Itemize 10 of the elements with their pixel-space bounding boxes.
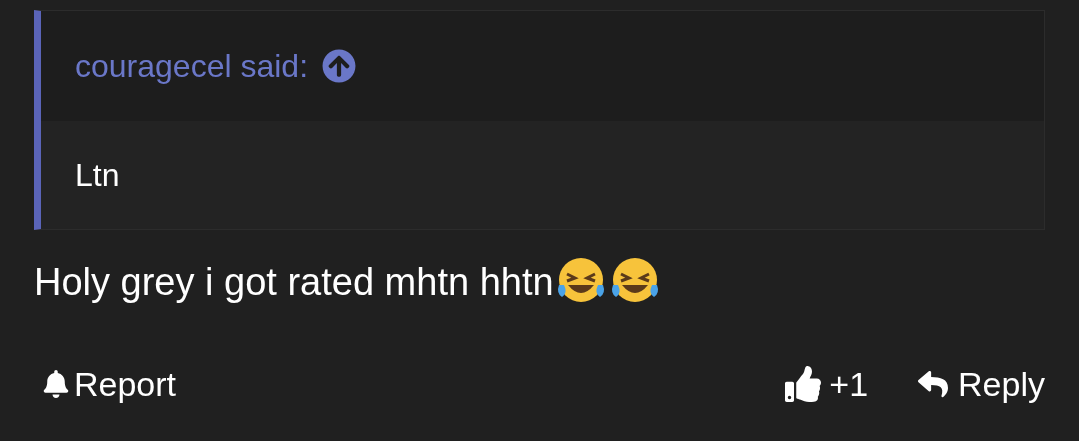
report-button[interactable]: Report [42, 358, 177, 410]
like-button[interactable]: +1 [785, 358, 869, 410]
bell-icon [42, 370, 70, 398]
jump-to-quote-icon[interactable] [322, 49, 357, 83]
reply-button[interactable]: Reply [916, 358, 1045, 410]
reply-arrow-icon [916, 369, 951, 399]
quote-author[interactable]: couragecel said: [75, 42, 309, 90]
thumbs-up-icon [785, 366, 822, 402]
message-text: Holy grey i got rated mhtn hhtn [34, 259, 554, 305]
quote-text: Ltn [75, 156, 120, 195]
